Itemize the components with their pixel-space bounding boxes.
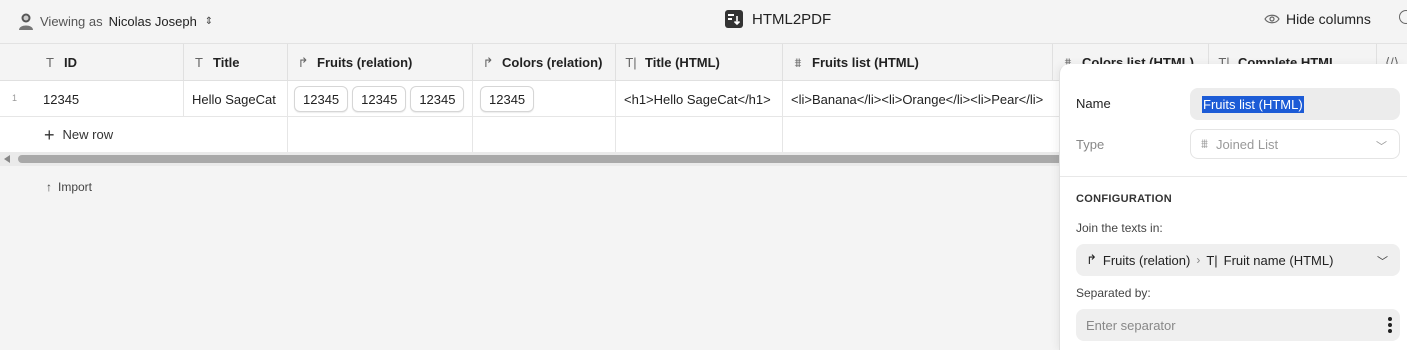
cell-id[interactable]: 12345 bbox=[35, 81, 184, 117]
empty-cell bbox=[184, 117, 288, 153]
relation-chip[interactable]: 12345 bbox=[352, 86, 407, 112]
viewing-as-label: Viewing as bbox=[40, 13, 103, 29]
new-row-line: + New row bbox=[0, 117, 1060, 153]
text-icon: T bbox=[46, 55, 54, 70]
hide-columns-label: Hide columns bbox=[1286, 11, 1371, 27]
import-label: Import bbox=[58, 180, 93, 194]
hide-columns-button[interactable]: Hide columns bbox=[1264, 11, 1371, 27]
separator-placeholder: Enter separator bbox=[1086, 317, 1176, 333]
divider bbox=[1060, 176, 1407, 177]
import-button[interactable]: ↑ Import bbox=[46, 180, 92, 194]
table-row[interactable]: 1 12345 Hello SageCat 12345 12345 12345 … bbox=[0, 81, 1060, 117]
chevron-down-icon: ﹀ bbox=[1376, 141, 1387, 153]
relation-chip[interactable]: 12345 bbox=[480, 86, 535, 112]
joined-list-icon: ⩩ bbox=[1201, 136, 1208, 151]
relation-icon: ↱ bbox=[297, 54, 309, 70]
cell-title[interactable]: Hello SageCat bbox=[184, 81, 288, 117]
plus-icon: + bbox=[44, 124, 55, 145]
formula-text-icon: T| bbox=[625, 55, 637, 70]
search-icon[interactable] bbox=[1399, 10, 1407, 24]
empty-cell bbox=[473, 117, 616, 153]
join-source-select[interactable]: ↱ Fruits (relation) › T| Fruit name (HTM… bbox=[1076, 244, 1400, 276]
scroll-left-icon[interactable] bbox=[4, 155, 10, 163]
empty-cell bbox=[616, 117, 783, 153]
horizontal-scrollbar[interactable] bbox=[0, 152, 1063, 166]
type-label: Type bbox=[1076, 137, 1105, 152]
column-header-title[interactable]: T Title bbox=[184, 44, 288, 81]
column-name-value: Fruits list (HTML) bbox=[1202, 95, 1304, 113]
text-icon: T bbox=[195, 55, 203, 70]
app-title: HTML2PDF bbox=[724, 9, 831, 29]
new-row-button[interactable]: + New row bbox=[44, 124, 114, 145]
separator-input[interactable]: Enter separator bbox=[1076, 309, 1400, 341]
column-type-select[interactable]: ⩩ Joined List ﹀ bbox=[1190, 129, 1400, 159]
viewing-as-switcher[interactable]: Viewing as Nicolas Joseph ⇕ bbox=[18, 11, 213, 31]
app-logo-icon bbox=[725, 10, 743, 28]
column-header-colors-relation[interactable]: ↱ Colors (relation) bbox=[473, 44, 616, 81]
formula-text-icon: T| bbox=[1206, 252, 1218, 268]
relation-chip[interactable]: 12345 bbox=[294, 86, 349, 112]
row-number: 1 bbox=[12, 93, 18, 103]
relation-icon: ↱ bbox=[1086, 252, 1097, 267]
column-name-input[interactable]: Fruits list (HTML) bbox=[1190, 88, 1400, 120]
name-label: Name bbox=[1076, 96, 1111, 111]
app-title-text: HTML2PDF bbox=[752, 10, 832, 28]
empty-cell bbox=[288, 117, 473, 153]
join-texts-label: Join the texts in: bbox=[1076, 221, 1163, 235]
column-settings-panel: Name Fruits list (HTML) Type ⩩ Joined Li… bbox=[1059, 64, 1407, 350]
column-header-fruits-relation[interactable]: ↱ Fruits (relation) bbox=[288, 44, 473, 81]
configuration-heading: CONFIGURATION bbox=[1076, 193, 1172, 205]
column-header-id[interactable]: T ID bbox=[35, 44, 184, 81]
arrow-up-icon: ↑ bbox=[46, 180, 52, 194]
eye-icon bbox=[1264, 14, 1280, 24]
viewing-user-name: Nicolas Joseph bbox=[108, 13, 197, 29]
more-options-icon[interactable] bbox=[1388, 317, 1392, 333]
column-type-value: Joined List bbox=[1215, 136, 1279, 152]
chevron-up-down-icon: ⇕ bbox=[204, 15, 214, 27]
relation-icon: ↱ bbox=[482, 54, 494, 70]
join-field-name: Fruit name (HTML) bbox=[1223, 252, 1334, 268]
column-header-fruits-list-html[interactable]: ⩩ Fruits list (HTML) bbox=[783, 44, 1053, 81]
chevron-right-icon: › bbox=[1196, 253, 1201, 267]
column-header-title-html[interactable]: T| Title (HTML) bbox=[616, 44, 783, 81]
scrollbar-thumb[interactable] bbox=[18, 155, 1063, 163]
cell-fruits-relation[interactable]: 12345 12345 12345 bbox=[288, 81, 473, 117]
relation-chip[interactable]: 12345 bbox=[410, 86, 465, 112]
new-row-label: New row bbox=[62, 127, 114, 142]
separated-by-label: Separated by: bbox=[1076, 286, 1151, 300]
joined-list-icon: ⩩ bbox=[794, 54, 802, 70]
top-bar: Viewing as Nicolas Joseph ⇕ HTML2PDF Hid… bbox=[0, 0, 1407, 44]
cell-colors-relation[interactable]: 12345 bbox=[473, 81, 616, 117]
cell-fruits-list-html[interactable]: <li>Banana</li><li>Orange</li><li>Pear</… bbox=[783, 81, 1060, 117]
user-avatar-icon bbox=[19, 13, 33, 30]
chevron-down-icon: ﹀ bbox=[1377, 256, 1388, 268]
join-relation-name: Fruits (relation) bbox=[1102, 252, 1191, 268]
cell-title-html[interactable]: <h1>Hello SageCat</h1> bbox=[616, 81, 783, 117]
